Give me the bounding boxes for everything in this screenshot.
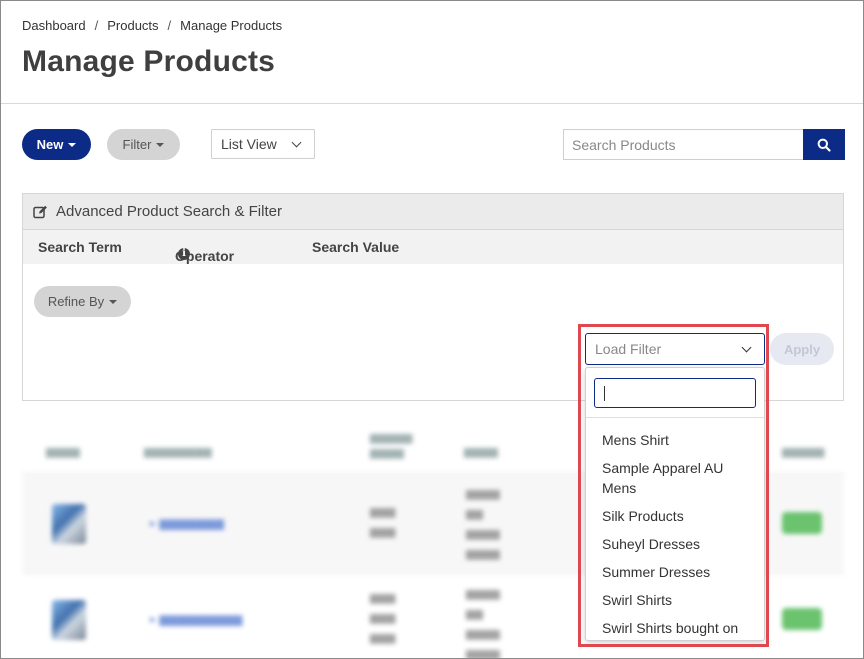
table-header-cell: ▆▆▆▆▆ — [782, 446, 825, 458]
view-select[interactable]: List View — [211, 129, 315, 159]
column-search-term: Search Term — [38, 239, 122, 255]
header-divider — [1, 103, 863, 104]
product-thumbnail — [52, 600, 86, 640]
refine-by-button[interactable]: Refine By — [34, 286, 131, 317]
highlight-box — [578, 324, 769, 647]
table-header-cell: ▆▆▆▆▆ ▆▆▆▆ — [370, 432, 413, 459]
caret-down-icon — [109, 299, 118, 304]
breadcrumb-dashboard[interactable]: Dashboard — [22, 18, 86, 33]
table-header-cell: ▆▆▆▆ — [46, 446, 80, 458]
search-button[interactable] — [803, 129, 845, 160]
info-icon[interactable]: i — [178, 248, 190, 260]
filter-columns-header: Search Term Operator i Search Value — [23, 230, 843, 264]
caret-down-icon — [68, 142, 77, 147]
product-code-link[interactable]: ▸ ▆▆▆▆▆▆▆▆▆ — [150, 612, 242, 626]
table-header-cell: ▆▆▆▆ — [464, 446, 498, 458]
status-badge — [782, 512, 822, 534]
app-window: Dashboard / Products / Manage Products M… — [0, 0, 864, 659]
product-code-link[interactable]: ▸ ▆▆▆▆▆▆▆ — [150, 516, 224, 530]
breadcrumb-separator: / — [94, 18, 99, 33]
advanced-search-header[interactable]: Advanced Product Search & Filter — [23, 194, 843, 230]
column-search-value: Search Value — [312, 239, 400, 255]
filter-button-label: Filter — [122, 137, 152, 152]
breadcrumb-products[interactable]: Products — [107, 18, 158, 33]
new-button[interactable]: New — [22, 129, 91, 160]
breadcrumb-current: Manage Products — [180, 18, 283, 33]
search-input[interactable] — [563, 129, 803, 160]
filter-button[interactable]: Filter — [107, 129, 180, 160]
table-cell: ▆▆▆▆ ▆▆ ▆▆▆▆ ▆▆▆▆ — [466, 488, 500, 560]
table-cell: ▆▆▆ ▆▆▆ — [370, 506, 396, 538]
apply-button[interactable]: Apply — [770, 333, 834, 365]
breadcrumb: Dashboard / Products / Manage Products — [22, 18, 282, 33]
edit-icon — [33, 205, 47, 218]
search-icon — [817, 138, 831, 152]
table-cell: ▆▆▆▆ ▆▆ ▆▆▆▆ ▆▆▆▆ — [466, 588, 500, 659]
advanced-search-title: Advanced Product Search & Filter — [56, 203, 282, 220]
product-thumbnail — [52, 504, 86, 544]
refine-by-label: Refine By — [47, 294, 105, 309]
table-header-cell: ▆▆▆▆▆▆▆▆ — [144, 446, 212, 458]
status-badge — [782, 608, 822, 630]
caret-down-icon — [156, 142, 165, 147]
breadcrumb-separator: / — [167, 18, 172, 33]
view-select-value: List View — [221, 136, 277, 152]
new-button-label: New — [36, 137, 64, 152]
table-cell: ▆▆▆ ▆▆▆ ▆▆▆ — [370, 592, 396, 644]
page-title: Manage Products — [22, 45, 276, 78]
chevron-down-icon — [291, 137, 302, 148]
